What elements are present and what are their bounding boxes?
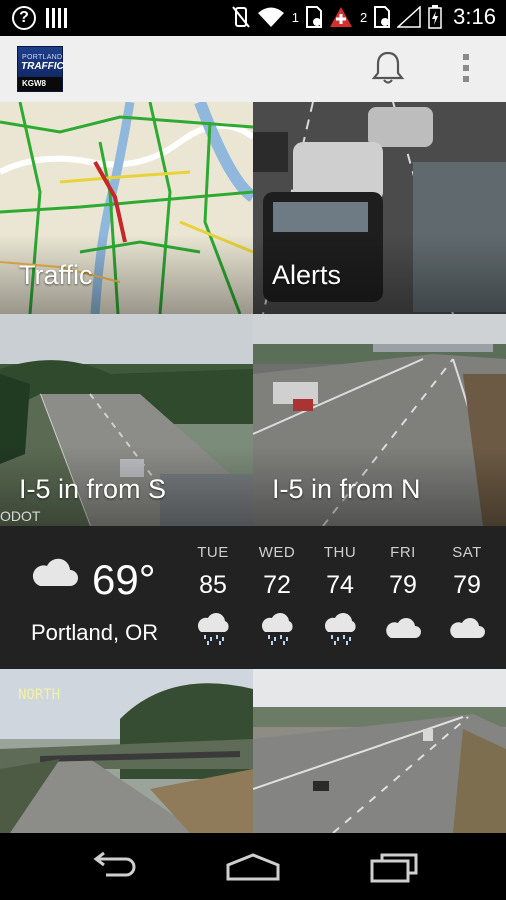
tile-label-i5-south: I-5 in from S bbox=[19, 474, 167, 504]
status-bar: ? 1 2 3:16 bbox=[0, 0, 506, 36]
forecast-day: TUE 85 bbox=[183, 544, 243, 651]
tile-alerts[interactable]: Alerts bbox=[253, 102, 506, 314]
tile-label-i5-north: I-5 in from N bbox=[272, 474, 421, 504]
forecast-day-name: WED bbox=[258, 544, 296, 561]
forecast-day: FRI 79 bbox=[373, 544, 433, 651]
tile-i5-south-camera[interactable]: ODOT I-5 in from S bbox=[0, 314, 253, 526]
camera-watermark: ODOT bbox=[0, 508, 41, 524]
signal-icon bbox=[397, 6, 421, 28]
camera-4-image bbox=[253, 669, 506, 833]
badge-count-2: 2 bbox=[359, 9, 368, 25]
app-logo: PORTLAND TRAFFIC KGW8 bbox=[17, 46, 64, 92]
forecast-day-name: FRI bbox=[390, 544, 416, 561]
tile-camera-4[interactable] bbox=[253, 669, 506, 833]
cloud-icon bbox=[449, 612, 485, 651]
forecast-day-temp: 79 bbox=[389, 571, 417, 599]
clock: 3:16 bbox=[453, 4, 496, 29]
recent-apps-icon[interactable] bbox=[368, 851, 420, 883]
back-icon[interactable] bbox=[86, 851, 138, 883]
rain-cloud-icon bbox=[322, 612, 358, 651]
sim-icon bbox=[305, 6, 322, 28]
forecast-day: WED 72 bbox=[247, 544, 307, 651]
weather-panel[interactable]: 69° Portland, OR TUE 85 WED 72 THU 74 FRI 79 SAT… bbox=[0, 526, 506, 669]
badge-count-1: 1 bbox=[291, 9, 299, 25]
forecast-day-name: TUE bbox=[197, 544, 229, 561]
notifications-bell-icon[interactable] bbox=[372, 51, 404, 85]
tile-camera-3[interactable]: NORTH bbox=[0, 669, 253, 833]
navigation-bar bbox=[0, 833, 506, 900]
forecast-day-temp: 74 bbox=[326, 571, 354, 599]
home-icon[interactable] bbox=[224, 851, 282, 883]
rain-cloud-icon bbox=[259, 612, 295, 651]
forecast-day-temp: 72 bbox=[263, 571, 291, 599]
app-bar: PORTLAND TRAFFIC KGW8 bbox=[0, 36, 506, 102]
overflow-menu-icon[interactable] bbox=[458, 54, 474, 86]
logo-line-1: PORTLAND bbox=[22, 54, 63, 61]
tile-i5-north-camera[interactable]: I-5 in from N bbox=[253, 314, 506, 526]
tile-label-alerts: Alerts bbox=[272, 260, 342, 290]
rain-cloud-icon bbox=[195, 612, 231, 651]
cloud-icon bbox=[385, 612, 421, 651]
sim-icon-2 bbox=[374, 6, 391, 28]
logo-line-3: KGW8 bbox=[18, 77, 62, 91]
battery-charging-icon bbox=[428, 5, 442, 29]
vibrate-off-icon bbox=[231, 6, 250, 28]
forecast-day-temp: 85 bbox=[199, 571, 227, 599]
barcode-icon bbox=[46, 8, 67, 28]
forecast-day: SAT 79 bbox=[437, 544, 497, 651]
alert-triangle-icon bbox=[329, 7, 352, 27]
help-icon: ? bbox=[12, 6, 36, 30]
forecast-day: THU 74 bbox=[310, 544, 370, 651]
tile-label-traffic: Traffic bbox=[19, 260, 93, 290]
current-temperature: 69° bbox=[92, 556, 156, 603]
forecast-day-name: SAT bbox=[452, 544, 482, 561]
tile-traffic[interactable]: Traffic bbox=[0, 102, 253, 314]
cloud-icon bbox=[32, 558, 78, 586]
forecast-day-temp: 79 bbox=[453, 571, 481, 599]
weather-location: Portland, OR bbox=[31, 620, 159, 645]
wifi-icon bbox=[257, 7, 284, 27]
forecast-day-name: THU bbox=[323, 544, 357, 561]
logo-line-2: TRAFFIC bbox=[21, 61, 64, 72]
camera-direction-label: NORTH bbox=[18, 687, 61, 703]
